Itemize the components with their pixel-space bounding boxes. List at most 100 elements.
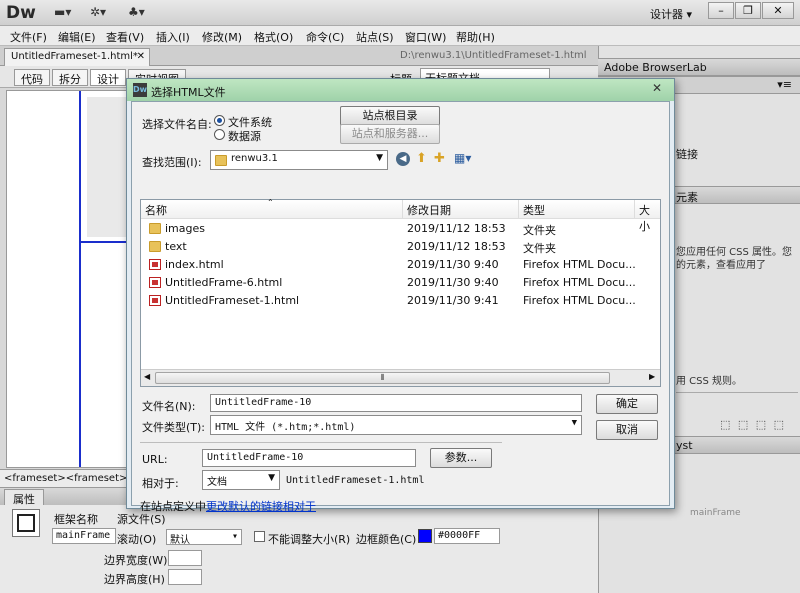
url-input[interactable]: UntitledFrame-10 [202, 449, 416, 467]
menu-modify[interactable]: 修改(M) [202, 29, 242, 45]
restore-button[interactable]: ❐ [735, 2, 761, 19]
file-row-text[interactable]: text 2019/11/12 18:53 文件夹 [141, 238, 645, 256]
no-resize-label: 不能调整大小(R) [268, 533, 351, 546]
relative-file-name: UntitledFrameset-1.html [286, 475, 425, 486]
url-label: URL: [142, 453, 168, 466]
dialog-close-icon[interactable]: ✕ [644, 81, 670, 97]
column-date[interactable]: 修改日期 [403, 200, 519, 219]
site-definition-note: 在站点定义中更改默认的链接相对于 [140, 498, 316, 514]
margin-width-input[interactable] [168, 550, 202, 566]
column-name[interactable]: 名称 ⌃ [141, 198, 403, 219]
dialog-body: 选择文件名自: 文件系统 数据源 站点根目录 站点和服务器... 查找范围(I)… [131, 101, 670, 513]
menu-file[interactable]: 文件(F) [10, 29, 47, 45]
change-default-link[interactable]: 更改默认的链接相对于 [206, 500, 316, 513]
menu-edit[interactable]: 编辑(E) [58, 29, 96, 45]
column-size[interactable]: 大小 [635, 200, 660, 233]
folder-icon [215, 155, 227, 166]
gear-icon[interactable]: ✲▾ [90, 5, 106, 21]
folder-icon [149, 241, 161, 252]
html-file-icon [149, 295, 161, 306]
menu-bar: 文件(F) 编辑(E) 查看(V) 插入(I) 修改(M) 格式(O) 命令(C… [0, 26, 800, 46]
menu-insert[interactable]: 插入(I) [156, 29, 190, 45]
select-from-label: 选择文件名自: [142, 118, 212, 131]
mainframe-hint: mainFrame [690, 508, 741, 518]
back-icon[interactable]: ◀ [396, 152, 410, 166]
border-color-input[interactable]: #0000FF [434, 528, 500, 544]
frame-icon [12, 509, 40, 537]
datasource-radio-label: 数据源 [228, 130, 261, 143]
minimize-button[interactable]: – [708, 2, 734, 19]
menu-site[interactable]: 站点(S) [356, 29, 394, 45]
scrollbar-thumb[interactable]: ⦀ [155, 372, 610, 384]
dialog-title-bar[interactable]: Dw 选择HTML文件 ✕ [127, 79, 674, 101]
design-view-button[interactable]: 设计 [90, 69, 126, 86]
site-root-button[interactable]: 站点根目录 [340, 106, 440, 126]
chevron-down-icon: ▼ [571, 418, 577, 428]
css-rules-hint: 用 CSS 规则。 [676, 376, 743, 387]
menu-help[interactable]: 帮助(H) [456, 29, 495, 45]
cancel-button[interactable]: 取消 [596, 420, 658, 440]
look-in-label: 查找范围(I): [142, 156, 202, 169]
code-view-button[interactable]: 代码 [14, 69, 50, 86]
scroll-left-icon[interactable]: ◀ [144, 372, 150, 381]
menu-format[interactable]: 格式(O) [254, 29, 293, 45]
file-row-untitledframe-6[interactable]: UntitledFrame-6.html 2019/11/30 9:40 Fir… [141, 274, 645, 292]
file-row-images[interactable]: images 2019/11/12 18:53 文件夹 [141, 220, 645, 238]
menu-command[interactable]: 命令(C) [306, 29, 344, 45]
split-view-button[interactable]: 拆分 [52, 69, 88, 86]
close-window-button[interactable]: ✕ [762, 2, 794, 19]
column-type[interactable]: 类型 [519, 200, 635, 219]
close-tab-icon[interactable]: ✕ [137, 51, 145, 62]
folder-icon [149, 223, 161, 234]
properties-panel: 框架名称 mainFrame 源文件(S) 滚动(O) 默认 ▾ 不能调整大小(R… [0, 505, 598, 593]
no-resize-checkbox[interactable] [254, 531, 265, 542]
filetype-label: 文件类型(T): [142, 421, 206, 434]
filename-input[interactable]: UntitledFrame-10 [210, 394, 582, 412]
margin-height-input[interactable] [168, 569, 202, 585]
view-menu-icon[interactable]: ▦▾ [454, 151, 471, 165]
document-tab[interactable]: UntitledFrameset-1.html* ✕ [4, 48, 150, 66]
file-row-index[interactable]: index.html 2019/11/30 9:40 Firefox HTML … [141, 256, 645, 274]
filename-label: 文件名(N): [142, 400, 196, 413]
app-title-bar: Dw ▬▾ ✲▾ ♣▾ 设计器 ▾ – ❐ ✕ [0, 0, 800, 26]
dialog-divider [140, 442, 502, 443]
file-row-untitledframeset-1[interactable]: UntitledFrameset-1.html 2019/11/30 9:41 … [141, 292, 645, 310]
filetype-select[interactable]: HTML 文件 (*.htm;*.html) ▼ [210, 415, 582, 435]
panel-divider [676, 392, 798, 404]
relative-to-select[interactable]: 文档 ▼ [202, 470, 280, 490]
look-in-select[interactable]: renwu3.1 ▼ [210, 150, 388, 170]
scroll-right-icon[interactable]: ▶ [649, 372, 655, 381]
ok-button[interactable]: 确定 [596, 394, 658, 414]
dialog-title: 选择HTML文件 [151, 86, 226, 99]
chevron-down-icon: ▼ [376, 153, 383, 163]
parameters-button[interactable]: 参数... [430, 448, 492, 468]
menu-window[interactable]: 窗口(W) [405, 29, 446, 45]
scroll-select[interactable]: 默认 ▾ [166, 529, 242, 546]
filesystem-radio[interactable] [214, 115, 225, 126]
browserlab-panel-tab[interactable]: Adobe BrowserLab [598, 58, 800, 76]
menu-view[interactable]: 查看(V) [106, 29, 144, 45]
site-icon[interactable]: ♣▾ [128, 5, 145, 21]
datasource-radio[interactable] [214, 129, 225, 140]
link-label: 链接 [676, 148, 698, 161]
up-folder-icon[interactable]: ⬆ [416, 151, 427, 166]
html-file-icon [149, 277, 161, 288]
border-color-label: 边框颜色(C) [356, 533, 417, 546]
file-list: 名称 ⌃ 修改日期 类型 大小 images 2019/11/12 18:53 文… [140, 198, 661, 387]
new-folder-icon[interactable]: ✚ [434, 151, 445, 166]
border-color-swatch[interactable] [418, 529, 432, 543]
frame-border-vertical[interactable] [79, 91, 81, 467]
site-server-button[interactable]: 站点和服务器... [340, 124, 440, 144]
dreamweaver-logo: Dw [6, 3, 36, 23]
dreamweaver-app-icon: Dw [133, 83, 147, 97]
document-tab-label: UntitledFrameset-1.html* [11, 51, 138, 62]
layout-icon[interactable]: ▬▾ [54, 5, 71, 21]
chevron-down-icon: ▼ [268, 473, 275, 483]
frame-name-input[interactable]: mainFrame [52, 528, 116, 544]
css-help-text: 您应用任何 CSS 属性。您的元素，查看应用了 [676, 247, 793, 271]
margin-width-label: 边界宽度(W) [104, 554, 168, 567]
horizontal-scrollbar[interactable]: ◀ ⦀ ▶ [141, 369, 660, 386]
panel-actions-icons[interactable]: ⬚ ⬚ ⬚ ⬚ [720, 418, 786, 431]
panel-menu-icon[interactable]: ▾≡ [777, 78, 792, 91]
workspace-switcher[interactable]: 设计器 ▾ [650, 6, 692, 22]
